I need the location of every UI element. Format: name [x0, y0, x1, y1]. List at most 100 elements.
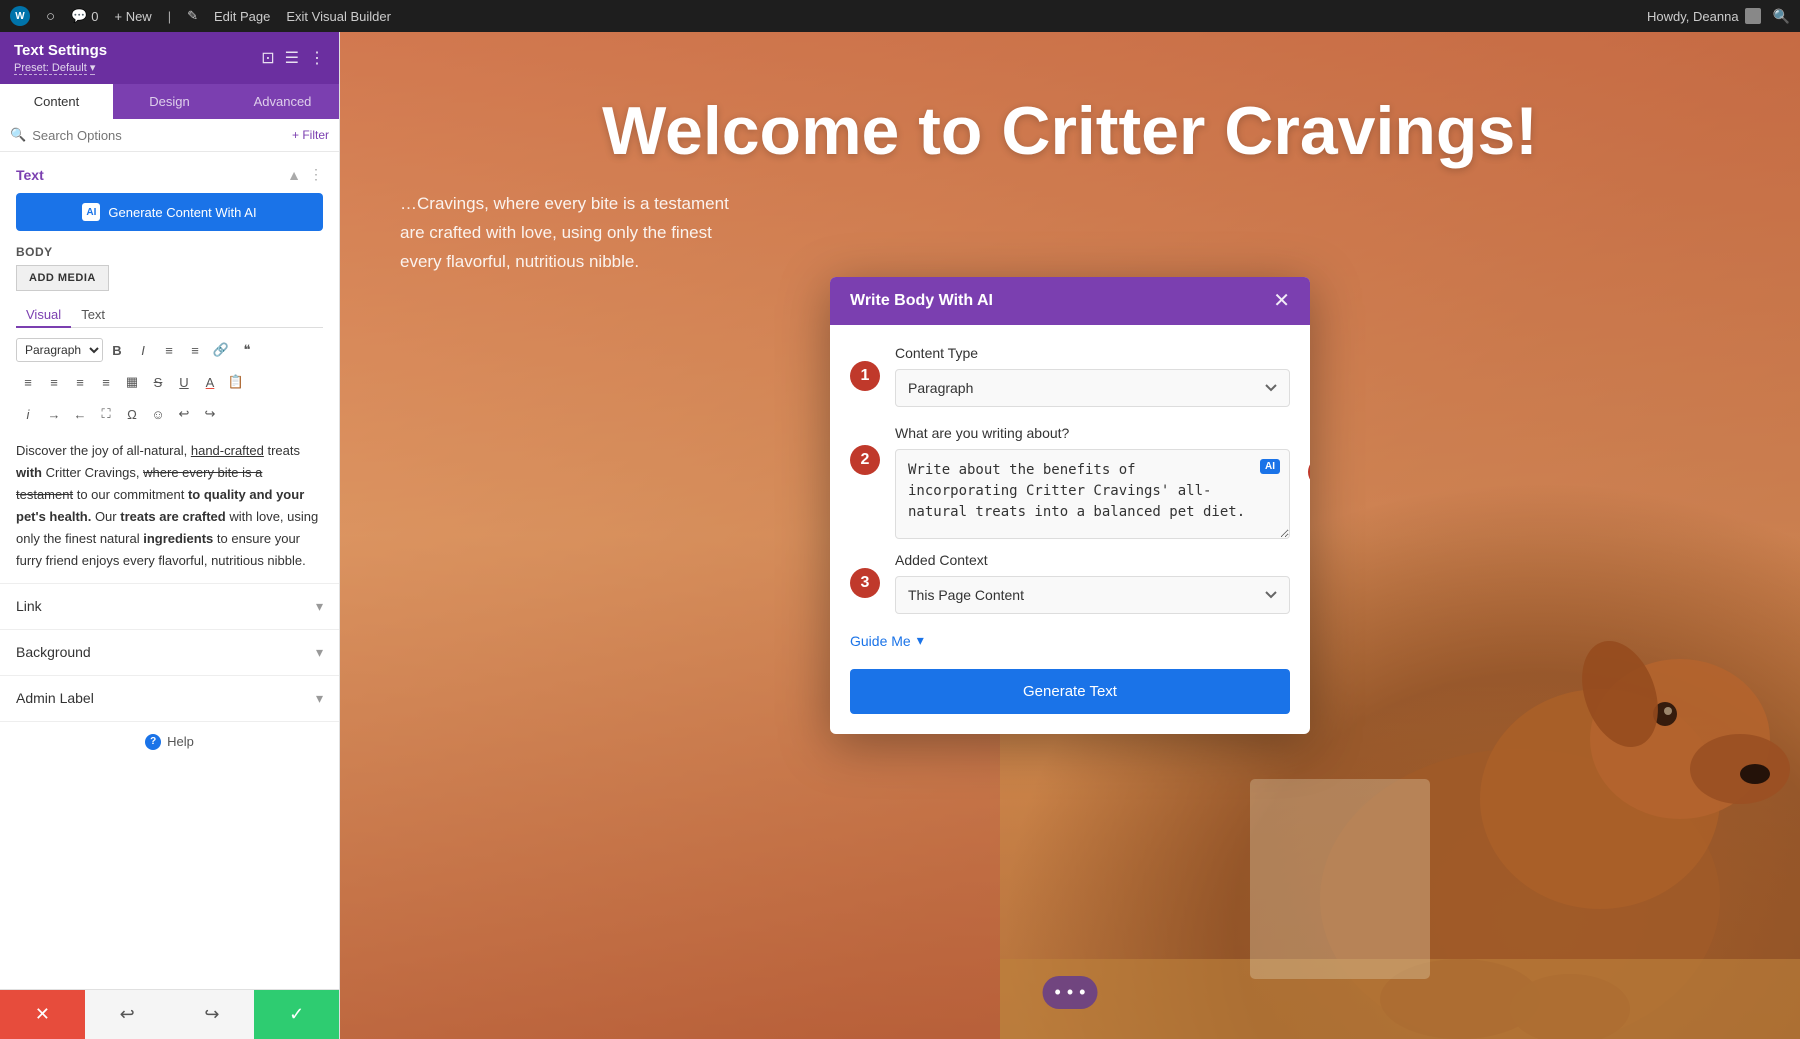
- comment-count[interactable]: 💬 0: [71, 8, 98, 24]
- ol-btn[interactable]: ≡: [183, 338, 207, 362]
- admin-label-chevron: ▾: [316, 690, 323, 707]
- strikethrough-btn[interactable]: S: [146, 370, 170, 394]
- added-context-select[interactable]: This Page Content No Context Custom Cont…: [895, 576, 1290, 614]
- step2-wrapper: 2 What are you writing about? Write abou…: [895, 425, 1290, 544]
- content-type-select[interactable]: Paragraph Bullet List Numbered List Head…: [895, 369, 1290, 407]
- new-btn[interactable]: + New: [114, 9, 151, 24]
- undo-editor-btn[interactable]: ↩: [172, 402, 196, 426]
- admin-search-icon[interactable]: 🔍: [1773, 8, 1790, 25]
- more-icon[interactable]: ⋮: [309, 48, 325, 68]
- indent-out-btn[interactable]: ←: [68, 402, 92, 426]
- help-bar: ? Help: [0, 721, 339, 762]
- content-type-label: Content Type: [895, 345, 1290, 361]
- editor-tab-visual[interactable]: Visual: [16, 303, 71, 328]
- text-section-header[interactable]: Text ▲ ⋮: [0, 152, 339, 193]
- tab-design[interactable]: Design: [113, 84, 226, 119]
- edit-page-btn[interactable]: Edit Page: [214, 9, 270, 24]
- filter-btn[interactable]: + Filter: [292, 128, 329, 142]
- redo-btn[interactable]: ↪: [170, 990, 255, 1039]
- edit-page-icon: ✎: [187, 8, 198, 24]
- save-btn[interactable]: ✓: [254, 990, 339, 1039]
- desktop-icon[interactable]: ⊡: [261, 48, 274, 68]
- howdy-text: Howdy, Deanna: [1647, 9, 1739, 24]
- fullscreen-btn[interactable]: ⛶: [94, 402, 118, 426]
- main-area: Text Settings Preset: Default ▾ ⊡ ☰ ⋮ Co…: [0, 32, 1800, 1039]
- blockquote-btn[interactable]: ❝: [235, 338, 259, 362]
- sidebar-preset[interactable]: Preset: Default ▾: [14, 61, 107, 74]
- link-chevron: ▾: [316, 598, 323, 615]
- underline-btn[interactable]: U: [172, 370, 196, 394]
- background-section[interactable]: Background ▾: [0, 629, 339, 675]
- section-more-icon[interactable]: ⋮: [309, 166, 323, 183]
- italic-btn[interactable]: I: [131, 338, 155, 362]
- editor-tabs: Visual Text: [16, 303, 323, 328]
- wp-logo[interactable]: W: [10, 6, 30, 26]
- generate-ai-btn[interactable]: AI Generate Content With AI: [16, 193, 323, 231]
- search-icon: 🔍: [10, 127, 26, 143]
- step3-badge: 3: [850, 568, 880, 598]
- help-btn[interactable]: ? Help: [145, 734, 194, 750]
- sidebar-title: Text Settings: [14, 42, 107, 59]
- added-context-label: Added Context: [895, 552, 1290, 568]
- bold-btn[interactable]: B: [105, 338, 129, 362]
- search-options-input[interactable]: [32, 128, 286, 143]
- modal-footer: Generate Text: [830, 669, 1310, 734]
- align-right-btn[interactable]: ≡: [68, 370, 92, 394]
- editor-tab-text[interactable]: Text: [71, 303, 115, 328]
- paragraph-select[interactable]: Paragraph: [16, 338, 103, 362]
- comment-icon: 💬: [71, 8, 87, 24]
- editor-toolbar-row2: ≡ ≡ ≡ ≡ ▦ S U A 📋: [0, 366, 339, 398]
- align-center-btn[interactable]: ≡: [42, 370, 66, 394]
- step4-badge: 4: [1308, 457, 1310, 487]
- link-section[interactable]: Link ▾: [0, 583, 339, 629]
- link-btn[interactable]: 🔗: [209, 338, 233, 362]
- add-media-btn[interactable]: ADD MEDIA: [16, 265, 109, 291]
- page-content: Welcome to Critter Cravings! …Cravings, …: [340, 32, 1800, 1039]
- step3-wrapper: 3 Added Context This Page Content No Con…: [895, 552, 1290, 614]
- modal-close-btn[interactable]: ✕: [1273, 291, 1290, 311]
- content-type-group: 1 Content Type Paragraph Bullet List Num…: [850, 345, 1290, 407]
- textarea-wrapper: Write about the benefits of incorporatin…: [895, 449, 1290, 544]
- align-justify-btn[interactable]: ≡: [94, 370, 118, 394]
- ul-btn[interactable]: ≡: [157, 338, 181, 362]
- howdy-section: Howdy, Deanna: [1647, 8, 1761, 24]
- editor-body-text[interactable]: Discover the joy of all-natural, hand-cr…: [0, 430, 339, 583]
- admin-label-section[interactable]: Admin Label ▾: [0, 675, 339, 721]
- layout-icon[interactable]: ☰: [285, 48, 299, 68]
- paste-text-btn[interactable]: 📋: [224, 370, 248, 394]
- ring-icon[interactable]: ○: [46, 8, 55, 25]
- ai-modal: Write Body With AI ✕ 1 Content Type Para…: [830, 277, 1310, 734]
- exit-builder-btn[interactable]: Exit Visual Builder: [286, 9, 391, 24]
- writing-about-group: 2 What are you writing about? Write abou…: [850, 425, 1290, 544]
- cancel-btn[interactable]: ✕: [0, 990, 85, 1039]
- modal-body: 1 Content Type Paragraph Bullet List Num…: [830, 325, 1310, 669]
- sidebar-search-bar: 🔍 + Filter: [0, 119, 339, 152]
- italic2-btn[interactable]: i: [16, 402, 40, 426]
- tab-content[interactable]: Content: [0, 84, 113, 119]
- modal-header: Write Body With AI ✕: [830, 277, 1310, 325]
- writing-about-textarea[interactable]: Write about the benefits of incorporatin…: [895, 449, 1290, 539]
- bottom-action-bar: ✕ ↩ ↪ ✓: [0, 989, 339, 1039]
- emoji-btn[interactable]: ☺: [146, 402, 170, 426]
- collapse-icon[interactable]: ▲: [287, 167, 301, 183]
- user-avatar: [1745, 8, 1761, 24]
- redo-editor-btn[interactable]: ↪: [198, 402, 222, 426]
- tab-advanced[interactable]: Advanced: [226, 84, 339, 119]
- writing-about-label: What are you writing about?: [895, 425, 1290, 441]
- sidebar-header: Text Settings Preset: Default ▾ ⊡ ☰ ⋮: [0, 32, 339, 84]
- text-section-title: Text: [16, 167, 44, 183]
- generate-text-btn[interactable]: Generate Text: [850, 669, 1290, 714]
- table-btn[interactable]: ▦: [120, 370, 144, 394]
- editor-toolbar-row1: Paragraph B I ≡ ≡ 🔗 ❝: [0, 334, 339, 366]
- editor-toolbar-row3: i → ← ⛶ Ω ☺ ↩ ↪: [0, 398, 339, 430]
- omega-btn[interactable]: Ω: [120, 402, 144, 426]
- background-chevron: ▾: [316, 644, 323, 661]
- align-left-btn[interactable]: ≡: [16, 370, 40, 394]
- body-label: Body: [0, 245, 339, 265]
- separator: |: [168, 9, 171, 24]
- undo-btn[interactable]: ↩: [85, 990, 170, 1039]
- indent-in-btn[interactable]: →: [42, 402, 66, 426]
- text-color-btn[interactable]: A: [198, 370, 222, 394]
- step2-badge: 2: [850, 445, 880, 475]
- guide-me-link[interactable]: Guide Me ▾: [850, 632, 1290, 649]
